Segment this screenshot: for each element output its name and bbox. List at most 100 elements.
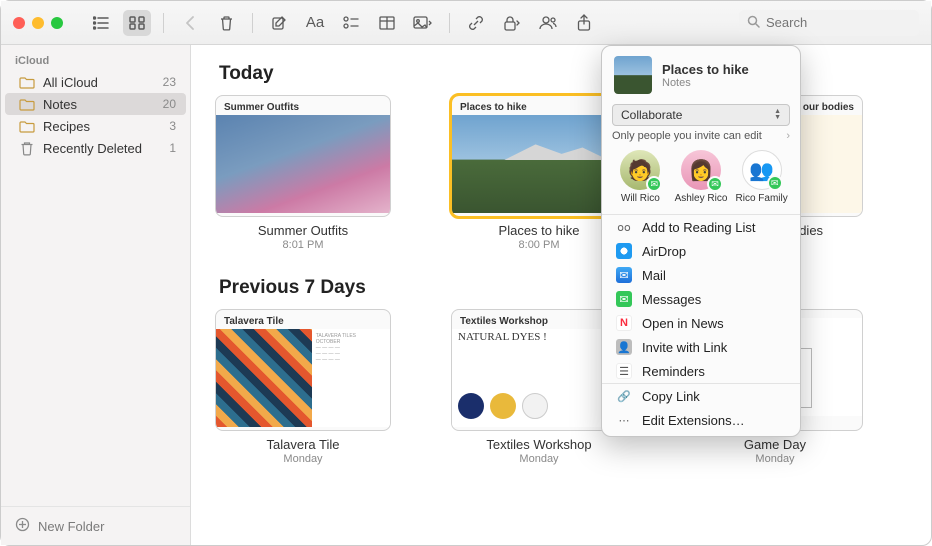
grid-view-button[interactable] bbox=[123, 10, 151, 36]
new-folder-button[interactable]: New Folder bbox=[1, 506, 190, 545]
messages-badge-icon: ✉︎ bbox=[646, 176, 662, 192]
note-card-talavera-tile[interactable]: Talavera Tile TALAVERA TILESOCTOBER— — —… bbox=[215, 309, 391, 465]
person-rico-family[interactable]: 👥✉︎ Rico Family bbox=[734, 150, 790, 204]
share-button[interactable] bbox=[570, 10, 598, 36]
link-button[interactable] bbox=[462, 10, 490, 36]
sidebar-item-recipes[interactable]: Recipes 3 bbox=[5, 115, 186, 137]
menu-item-label: Messages bbox=[642, 292, 701, 307]
list-view-button[interactable] bbox=[87, 10, 115, 36]
folder-icon bbox=[19, 96, 35, 112]
action-copy-link[interactable]: 🔗Copy Link bbox=[602, 384, 800, 408]
media-button[interactable] bbox=[409, 10, 437, 36]
person-will-rico[interactable]: 🧑✉︎ Will Rico bbox=[612, 150, 668, 204]
collaborate-button[interactable] bbox=[534, 10, 562, 36]
plus-circle-icon bbox=[15, 517, 30, 535]
thumb-title: Places to hike bbox=[452, 96, 626, 115]
share-target-reminders[interactable]: ☰Reminders bbox=[602, 359, 800, 383]
invite-link-icon: 👤 bbox=[616, 339, 632, 355]
avatar: 👩✉︎ bbox=[681, 150, 721, 190]
search-input[interactable] bbox=[766, 15, 911, 30]
popover-title: Places to hike bbox=[662, 62, 749, 77]
chevron-updown-icon: ▲▼ bbox=[774, 109, 781, 121]
delete-button[interactable] bbox=[212, 10, 240, 36]
folder-icon bbox=[19, 118, 35, 134]
popover-header: Places to hike Notes bbox=[602, 46, 800, 104]
share-target-messages[interactable]: ✉︎ Messages bbox=[602, 287, 800, 311]
thumb-title: Talavera Tile bbox=[216, 310, 390, 329]
share-popover: Places to hike Notes Collaborate ▲▼ Only… bbox=[601, 45, 801, 437]
sidebar: iCloud All iCloud 23 Notes 20 Recipes bbox=[1, 45, 191, 545]
suggested-people-row: 🧑✉︎ Will Rico 👩✉︎ Ashley Rico 👥✉︎ Rico F… bbox=[602, 148, 800, 214]
sidebar-item-recently-deleted[interactable]: Recently Deleted 1 bbox=[5, 137, 186, 159]
share-target-invite-link[interactable]: 👤 Invite with Link bbox=[602, 335, 800, 359]
share-target-reading-list[interactable]: օօ Add to Reading List bbox=[602, 215, 800, 239]
sidebar-item-count: 3 bbox=[169, 119, 176, 133]
share-mode-select[interactable]: Collaborate ▲▼ bbox=[612, 104, 790, 126]
compose-button[interactable] bbox=[265, 10, 293, 36]
popover-subtitle: Notes bbox=[662, 77, 749, 89]
menu-item-label: Open in News bbox=[642, 316, 724, 331]
thumb-art: TALAVERA TILESOCTOBER— — — —— — — —— — —… bbox=[216, 329, 390, 427]
link-icon: 🔗 bbox=[616, 388, 632, 404]
sidebar-item-count: 23 bbox=[163, 75, 176, 89]
menu-item-label: Edit Extensions… bbox=[642, 413, 745, 428]
section-title-prev7: Previous 7 Days bbox=[219, 277, 907, 299]
card-title: Game Day bbox=[687, 437, 863, 452]
menu-item-label: Reminders bbox=[642, 364, 705, 379]
table-button[interactable] bbox=[373, 10, 401, 36]
person-ashley-rico[interactable]: 👩✉︎ Ashley Rico bbox=[673, 150, 729, 204]
menu-item-label: Invite with Link bbox=[642, 340, 727, 355]
thumb-art bbox=[216, 115, 390, 213]
reading-list-icon: օօ bbox=[616, 219, 632, 235]
search-field-container bbox=[739, 10, 919, 36]
thumb-art bbox=[452, 115, 626, 213]
grid-prev7: Talavera Tile TALAVERA TILESOCTOBER— — —… bbox=[215, 309, 907, 465]
card-time: Monday bbox=[687, 453, 863, 465]
card-title: Textiles Workshop bbox=[451, 437, 627, 452]
share-mode-value: Collaborate bbox=[621, 108, 682, 122]
menu-item-label: Add to Reading List bbox=[642, 220, 755, 235]
mail-icon: ✉︎ bbox=[616, 267, 632, 283]
share-target-airdrop[interactable]: AirDrop bbox=[602, 239, 800, 263]
card-time: Monday bbox=[451, 453, 627, 465]
share-target-news[interactable]: NOpen in News bbox=[602, 311, 800, 335]
sidebar-item-label: All iCloud bbox=[43, 75, 98, 90]
folder-icon bbox=[19, 74, 35, 90]
permission-row[interactable]: Only people you invite can edit › bbox=[612, 130, 790, 142]
note-card-summer-outfits[interactable]: Summer Outfits Summer Outfits 8:01 PM bbox=[215, 95, 391, 251]
thumb-title: Summer Outfits bbox=[216, 96, 390, 115]
person-name: Rico Family bbox=[736, 193, 788, 204]
sidebar-item-notes[interactable]: Notes 20 bbox=[5, 93, 186, 115]
action-edit-extensions[interactable]: ⋯ Edit Extensions… bbox=[602, 408, 800, 436]
maximize-window-button[interactable] bbox=[51, 17, 63, 29]
messages-badge-icon: ✉︎ bbox=[767, 175, 783, 191]
toolbar-separator bbox=[163, 13, 164, 33]
sidebar-item-all-icloud[interactable]: All iCloud 23 bbox=[5, 71, 186, 93]
menu-item-label: AirDrop bbox=[642, 244, 686, 259]
extensions-icon: ⋯ bbox=[616, 412, 632, 428]
window-controls bbox=[13, 17, 63, 29]
new-folder-label: New Folder bbox=[38, 519, 104, 534]
main-content: Today Summer Outfits Summer Outfits 8:01… bbox=[191, 45, 931, 545]
close-window-button[interactable] bbox=[13, 17, 25, 29]
section-title-today: Today bbox=[219, 63, 907, 85]
toolbar-separator bbox=[449, 13, 450, 33]
back-button[interactable] bbox=[176, 10, 204, 36]
search-icon bbox=[747, 15, 760, 31]
minimize-window-button[interactable] bbox=[32, 17, 44, 29]
format-button[interactable]: Aa bbox=[301, 10, 329, 36]
sidebar-item-count: 1 bbox=[169, 141, 176, 155]
toolbar-separator bbox=[252, 13, 253, 33]
permission-label: Only people you invite can edit bbox=[612, 130, 762, 142]
airdrop-icon bbox=[616, 243, 632, 259]
trash-icon bbox=[19, 140, 35, 156]
thumb-title: Textiles Workshop bbox=[452, 310, 626, 329]
checklist-button[interactable] bbox=[337, 10, 365, 36]
card-time: 8:01 PM bbox=[215, 239, 391, 251]
lock-button[interactable] bbox=[498, 10, 526, 36]
chevron-right-icon: › bbox=[786, 130, 790, 142]
messages-icon: ✉︎ bbox=[616, 291, 632, 307]
sidebar-item-label: Notes bbox=[43, 97, 77, 112]
card-time: Monday bbox=[215, 453, 391, 465]
share-target-mail[interactable]: ✉︎Mail bbox=[602, 263, 800, 287]
